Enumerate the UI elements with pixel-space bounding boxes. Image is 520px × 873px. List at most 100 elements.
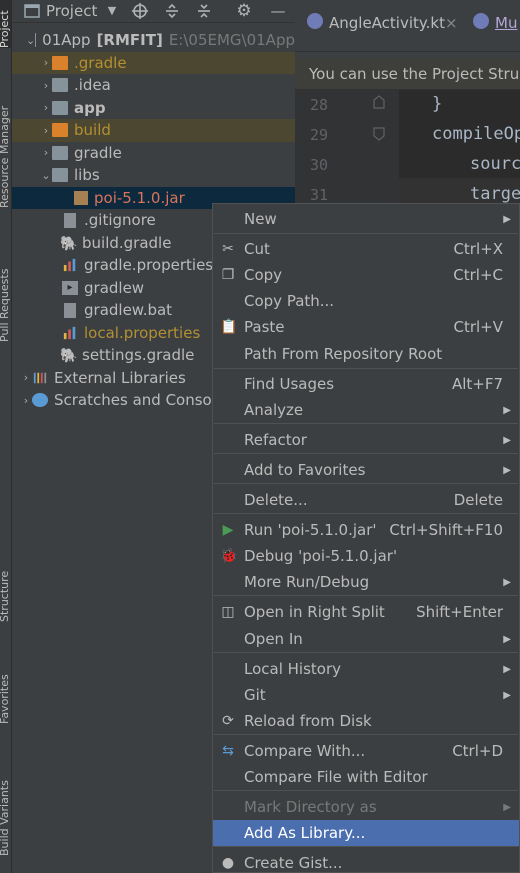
run-icon: ▶ [222, 522, 234, 538]
tool-tab-build-variants[interactable]: Build Variants [0, 760, 11, 856]
tree-item-label: gradle.properties [84, 256, 214, 275]
tree-item-build[interactable]: › build [12, 119, 295, 142]
menu-item-reload-from-disk[interactable]: ⟳ Reload from Disk [213, 708, 519, 734]
chevron-right-icon[interactable]: › [20, 371, 32, 384]
root-project-name: 01App [42, 31, 91, 50]
tree-root-row[interactable]: ⌄ 01App [RMFIT] E:\05EMG\01App [12, 29, 295, 52]
menu-item-copy[interactable]: ❐ Copy Ctrl+C [213, 262, 519, 288]
chevron-right-icon: ▶ [503, 663, 511, 675]
minimize-icon[interactable]: — [270, 3, 286, 19]
tab-angle-activity[interactable]: AngleActivity.kt [329, 14, 445, 32]
root-path: E:\05EMG\01App [168, 31, 295, 50]
code-line[interactable]: compileOp [432, 124, 520, 144]
menu-item-debug[interactable]: 🐞 Debug 'poi-5.1.0.jar' [213, 543, 519, 569]
chevron-right-icon: ▶ [503, 404, 511, 416]
file-icon [64, 302, 76, 318]
menu-separator [214, 483, 518, 484]
project-structure-banner: You can use the Project Structure [295, 58, 520, 90]
menu-item-compare-file-with-editor[interactable]: Compare File with Editor [213, 764, 519, 790]
tool-tab-pull-requests[interactable]: Pull Requests [0, 252, 11, 342]
chevron-down-icon[interactable]: ⌄ [40, 169, 52, 182]
menu-item-refactor[interactable]: Refactor ▶ [213, 427, 519, 453]
close-icon[interactable]: × [445, 14, 458, 32]
menu-item-open-right-split[interactable]: ◫ Open in Right Split Shift+Enter [213, 599, 519, 625]
chevron-right-icon[interactable]: › [40, 101, 52, 114]
terminal-file-icon: ▸ [62, 280, 78, 295]
chevron-right-icon: ▶ [503, 576, 511, 588]
tree-item-gradle[interactable]: › gradle [12, 142, 295, 165]
tree-item-libs[interactable]: ⌄ libs [12, 164, 295, 187]
tree-item-label: settings.gradle [82, 346, 195, 365]
tree-item-label: .gradle [74, 53, 127, 72]
target-icon[interactable] [132, 3, 148, 19]
fold-icon[interactable] [372, 94, 386, 110]
menu-item-cut[interactable]: ✂ Cut Ctrl+X [213, 236, 519, 262]
expand-all-icon[interactable] [164, 3, 180, 19]
tree-item-gradle-dir[interactable]: › .gradle [12, 51, 295, 74]
tree-item-label: gradlew [84, 278, 145, 297]
code-line[interactable]: sourc [470, 154, 520, 174]
menu-item-find-usages[interactable]: Find Usages Alt+F7 [213, 371, 519, 397]
menu-item-more-run-debug[interactable]: More Run/Debug ▶ [213, 569, 519, 595]
chevron-right-icon: ▶ [503, 213, 511, 225]
menu-item-analyze[interactable]: Analyze ▶ [213, 397, 519, 423]
tree-item-label: poi-5.1.0.jar [94, 188, 185, 207]
project-window-icon [24, 4, 40, 18]
reload-icon: ⟳ [222, 713, 234, 729]
libraries-icon [33, 372, 47, 383]
menu-item-new[interactable]: New ▶ [213, 206, 519, 232]
tool-tab-resource-manager[interactable]: Resource Manager [0, 88, 11, 208]
folder-icon [52, 168, 68, 183]
menu-item-open-in[interactable]: Open In ▶ [213, 626, 519, 652]
menu-item-local-history[interactable]: Local History ▶ [213, 656, 519, 682]
gear-icon[interactable]: ⚙ [236, 3, 252, 20]
tool-tab-favorites[interactable]: Favorites [0, 662, 11, 724]
menu-item-compare-with[interactable]: ⇆ Compare With... Ctrl+D [213, 738, 519, 764]
menu-item-path-from-repo-root[interactable]: Path From Repository Root [213, 341, 519, 367]
line-number: 29 [310, 126, 329, 144]
tree-item-app[interactable]: › app [12, 97, 295, 120]
menu-item-mark-directory-as: Mark Directory as ▶ [244, 798, 511, 816]
tool-tab-structure[interactable]: Structure [0, 560, 11, 622]
chevron-right-icon[interactable]: › [40, 56, 52, 69]
root-module-name: [RMFIT] [96, 31, 163, 50]
menu-item-copy-path[interactable]: Copy Path... [213, 288, 519, 314]
tree-item-label: gradlew.bat [84, 301, 173, 320]
tree-item-label: gradle [74, 143, 122, 162]
ide-window: Project Resource Manager Pull Requests S… [0, 0, 520, 873]
tree-item-idea[interactable]: › .idea [12, 74, 295, 97]
chevron-right-icon: ▶ [503, 464, 511, 476]
folder-icon [52, 145, 68, 160]
gradle-elephant-icon: 🐘 [60, 348, 78, 365]
left-tool-strip: Project Resource Manager Pull Requests S… [0, 0, 12, 873]
chevron-down-icon[interactable]: ▼ [104, 3, 120, 19]
fold-icon[interactable] [372, 126, 386, 142]
collapse-all-icon[interactable] [196, 3, 212, 19]
split-icon: ◫ [221, 604, 235, 620]
chevron-down-icon[interactable]: ⌄ [26, 34, 35, 47]
tree-item-label: app [74, 98, 106, 117]
menu-separator [214, 453, 518, 454]
tool-tab-project[interactable]: Project [0, 0, 11, 48]
menu-item-git[interactable]: Git ▶ [213, 682, 519, 708]
project-view-selector[interactable]: Project [46, 2, 97, 20]
chevron-right-icon[interactable]: › [40, 124, 52, 137]
line-number: 30 [310, 156, 329, 174]
menu-item-delete[interactable]: Delete... Delete [213, 487, 519, 513]
chevron-right-icon: ▶ [503, 434, 511, 446]
tab-mu[interactable]: Mu [495, 14, 517, 32]
chevron-right-icon[interactable]: › [20, 394, 32, 407]
code-line[interactable]: } [432, 94, 442, 114]
line-number: 31 [310, 186, 329, 204]
menu-item-create-gist[interactable]: ● Create Gist... [213, 850, 519, 873]
folder-icon [52, 123, 68, 138]
menu-item-paste[interactable]: 📋 Paste Ctrl+V [213, 314, 519, 340]
code-line[interactable]: targe [470, 184, 520, 204]
folder-icon [52, 78, 68, 93]
chevron-right-icon[interactable]: › [40, 146, 52, 159]
menu-item-add-to-favorites[interactable]: Add to Favorites ▶ [213, 457, 519, 483]
menu-item-add-as-library[interactable]: Add As Library... [213, 820, 519, 846]
chevron-right-icon[interactable]: › [40, 79, 52, 92]
context-menu: New ▶ ✂ Cut Ctrl+X ❐ Copy Ctrl+C Copy Path...… [212, 203, 520, 873]
menu-item-run[interactable]: ▶ Run 'poi-5.1.0.jar' Ctrl+Shift+F10 [213, 517, 519, 543]
